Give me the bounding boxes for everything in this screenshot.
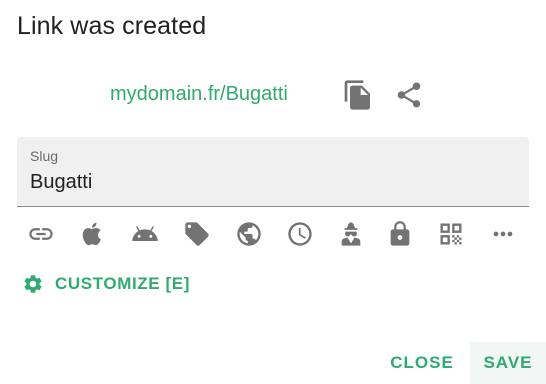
created-link[interactable]: mydomain.fr/Bugatti xyxy=(110,83,288,106)
save-button[interactable]: SAVE xyxy=(470,342,546,384)
slug-input[interactable] xyxy=(30,171,510,194)
customize-button[interactable]: CUSTOMIZE [E] xyxy=(22,272,190,296)
apple-icon[interactable] xyxy=(77,218,109,250)
created-link-row: mydomain.fr/Bugatti xyxy=(0,78,546,114)
more-icon[interactable] xyxy=(487,218,519,250)
link-icon[interactable] xyxy=(25,218,57,250)
lock-icon[interactable] xyxy=(384,218,416,250)
copy-icon[interactable] xyxy=(342,79,374,111)
customize-label: CUSTOMIZE [E] xyxy=(55,274,190,293)
globe-icon[interactable] xyxy=(233,218,265,250)
slug-field[interactable]: Slug xyxy=(17,137,529,207)
share-icon[interactable] xyxy=(394,79,424,111)
tag-icon[interactable] xyxy=(181,218,213,250)
clock-icon[interactable] xyxy=(284,218,316,250)
close-button[interactable]: CLOSE xyxy=(380,342,464,384)
link-options-toolbar xyxy=(0,218,546,252)
slug-label: Slug xyxy=(30,148,59,164)
android-icon[interactable] xyxy=(129,218,161,250)
incognito-icon[interactable] xyxy=(335,218,367,250)
dialog-title: Link was created xyxy=(17,12,207,40)
qr-code-icon[interactable] xyxy=(435,218,467,250)
gear-icon xyxy=(24,275,42,293)
